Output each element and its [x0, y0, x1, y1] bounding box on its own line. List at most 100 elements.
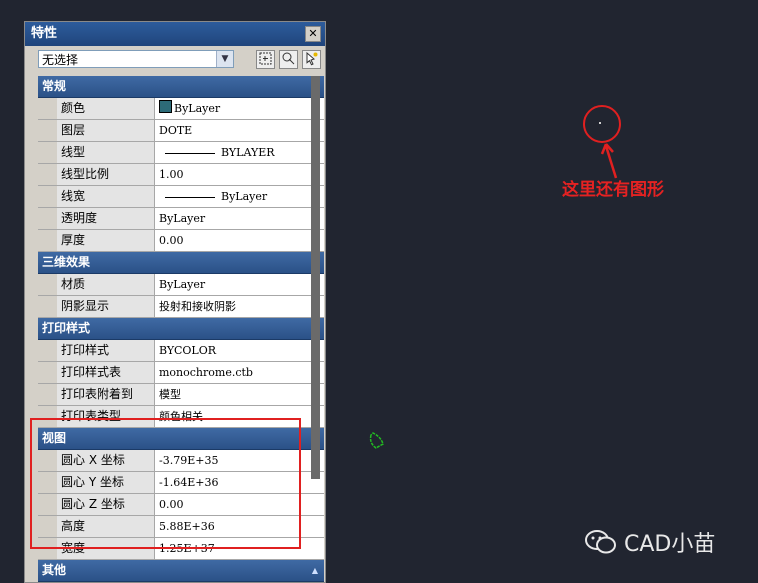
property-row[interactable]: 透明度 ByLayer — [38, 208, 324, 230]
property-value[interactable]: 颜色相关 — [155, 406, 324, 427]
property-value-text: ByLayer — [221, 190, 268, 203]
property-value-text: 颜色相关 — [159, 410, 203, 423]
property-value-text: -3.79E+35 — [159, 454, 219, 467]
property-row[interactable]: 圆心 X 坐标 -3.79E+35 — [38, 450, 324, 472]
row-gutter — [38, 274, 57, 295]
color-swatch-icon — [159, 100, 172, 113]
section-title: 常规 — [42, 79, 67, 93]
watermark: CAD小苗 — [584, 526, 715, 558]
property-row[interactable]: 图层 DOTE — [38, 120, 324, 142]
property-value[interactable]: -1.64E+36 — [155, 472, 324, 493]
property-name: 图层 — [57, 120, 155, 141]
property-row[interactable]: 打印表类型 颜色相关 — [38, 406, 324, 428]
property-row[interactable]: 高度 5.88E+36 — [38, 516, 324, 538]
property-value-text: ByLayer — [174, 102, 221, 115]
section-header[interactable]: 其他 ▲ — [38, 560, 324, 582]
property-row[interactable]: 打印样式 BYCOLOR — [38, 340, 324, 362]
property-value[interactable]: 1.00 — [155, 164, 324, 185]
property-value-text: BYLAYER — [221, 146, 275, 159]
row-gutter — [38, 450, 57, 471]
property-value-text: monochrome.ctb — [159, 366, 253, 379]
row-gutter — [38, 186, 57, 207]
property-row[interactable]: 圆心 Z 坐标 0.00 — [38, 494, 324, 516]
row-gutter — [38, 230, 57, 251]
property-value[interactable]: 0.00 — [155, 230, 324, 251]
property-row[interactable]: 宽度 1.25E+37 — [38, 538, 324, 560]
annotation-circle — [583, 105, 621, 143]
property-name: 打印样式 — [57, 340, 155, 361]
property-row[interactable]: 圆心 Y 坐标 -1.64E+36 — [38, 472, 324, 494]
property-value[interactable]: 1.25E+37 — [155, 538, 324, 559]
property-row[interactable]: 打印样式表 monochrome.ctb — [38, 362, 324, 384]
property-row[interactable]: 线型比例 1.00 — [38, 164, 324, 186]
property-value-text: 模型 — [159, 388, 181, 401]
property-name: 厚度 — [57, 230, 155, 251]
property-value[interactable]: monochrome.ctb — [155, 362, 324, 383]
green-drawing-shape[interactable] — [367, 431, 387, 451]
section-title: 其他 — [42, 563, 67, 577]
property-row[interactable]: 打印表附着到 模型 — [38, 384, 324, 406]
row-gutter — [38, 362, 57, 383]
wechat-icon — [585, 530, 616, 554]
property-name: 颜色 — [57, 98, 155, 119]
row-gutter — [38, 494, 57, 515]
property-row[interactable]: 线宽 ByLayer — [38, 186, 324, 208]
section-header[interactable]: 视图▲ — [38, 428, 324, 450]
section-header[interactable]: 常规▲ — [38, 76, 324, 98]
section-title: 视图 — [42, 431, 67, 445]
quick-select-icon[interactable] — [279, 50, 298, 69]
property-value[interactable]: ByLayer — [155, 98, 324, 119]
property-value[interactable]: ByLayer — [155, 274, 324, 295]
tiny-drawing-object[interactable] — [599, 122, 601, 124]
property-value[interactable]: 模型 — [155, 384, 324, 405]
property-name: 高度 — [57, 516, 155, 537]
toggle-pickadd-icon[interactable] — [302, 50, 321, 69]
property-row[interactable]: 材质 ByLayer — [38, 274, 324, 296]
row-gutter — [38, 296, 57, 317]
property-row[interactable]: 阴影显示 投射和接收阴影 — [38, 296, 324, 318]
row-gutter — [38, 98, 57, 119]
property-name: 圆心 X 坐标 — [57, 450, 155, 471]
property-name: 宽度 — [57, 538, 155, 559]
property-row[interactable]: 线型 BYLAYER — [38, 142, 324, 164]
select-objects-icon[interactable] — [256, 50, 275, 69]
close-icon[interactable]: ✕ — [305, 26, 321, 42]
property-value-text: BYCOLOR — [159, 344, 216, 357]
row-gutter — [38, 516, 57, 537]
property-value-text: 投射和接收阴影 — [159, 300, 236, 313]
selection-value: 无选择 — [42, 53, 79, 67]
selection-dropdown[interactable]: 无选择 ▼ — [38, 50, 234, 68]
section-title: 打印样式 — [42, 321, 91, 335]
property-value-text: ByLayer — [159, 212, 206, 225]
section-header[interactable]: 三维效果▲ — [38, 252, 324, 274]
property-value[interactable]: DOTE — [155, 120, 324, 141]
property-value[interactable]: 0.00 — [155, 494, 324, 515]
property-value-text: 1.00 — [159, 168, 184, 181]
properties-palette: 特性 ✕ 无选择 ▼ 常规▲颜色ByLayer图层DOTE线型BYLAYER线型… — [24, 21, 326, 583]
property-name: 打印样式表 — [57, 362, 155, 383]
property-name: 线型 — [57, 142, 155, 163]
property-value-text: -1.64E+36 — [159, 476, 219, 489]
property-row[interactable]: 厚度 0.00 — [38, 230, 324, 252]
property-value-text: DOTE — [159, 124, 193, 137]
palette-titlebar[interactable]: 特性 ✕ — [25, 22, 325, 46]
property-row[interactable]: 颜色 ByLayer — [38, 98, 324, 120]
property-value[interactable]: ByLayer — [155, 186, 324, 207]
property-value[interactable]: 5.88E+36 — [155, 516, 324, 537]
row-gutter — [38, 120, 57, 141]
chevron-down-icon[interactable]: ▼ — [216, 51, 233, 67]
property-value[interactable]: 投射和接收阴影 — [155, 296, 324, 317]
property-value[interactable]: BYCOLOR — [155, 340, 324, 361]
property-value-text: 5.88E+36 — [159, 520, 215, 533]
property-value[interactable]: ByLayer — [155, 208, 324, 229]
property-grid: 常规▲颜色ByLayer图层DOTE线型BYLAYER线型比例1.00线宽ByL… — [38, 76, 324, 582]
property-value[interactable]: -3.79E+35 — [155, 450, 324, 471]
property-value-text: 0.00 — [159, 498, 184, 511]
property-value-text: ByLayer — [159, 278, 206, 291]
section-header[interactable]: 打印样式▲ — [38, 318, 324, 340]
property-value[interactable]: BYLAYER — [155, 142, 324, 163]
property-name: 圆心 Z 坐标 — [57, 494, 155, 515]
collapse-icon[interactable]: ▲ — [312, 560, 318, 581]
section-title: 三维效果 — [42, 255, 91, 269]
vertical-scrollbar[interactable] — [311, 76, 320, 479]
